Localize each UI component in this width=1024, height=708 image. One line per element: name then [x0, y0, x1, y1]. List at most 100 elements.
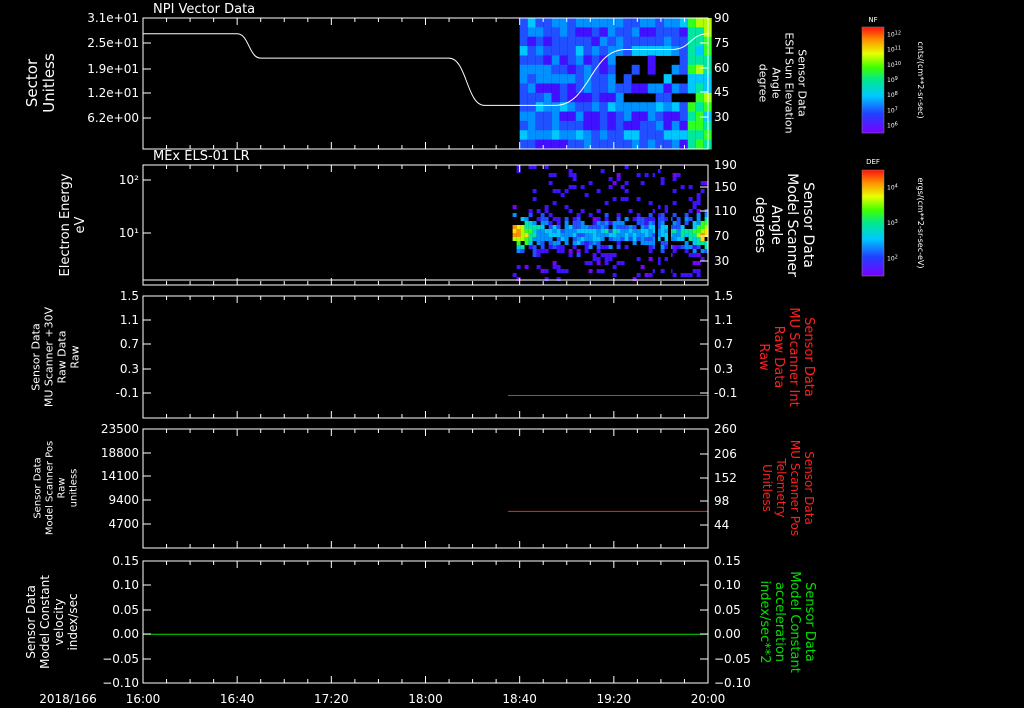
colorbar-tick-base: 10: [887, 220, 895, 227]
colorbar-tick-label: 103: [887, 219, 898, 227]
spectrogram-cell: [679, 83, 688, 94]
spectrogram-cell: [640, 241, 645, 245]
spectrogram-cell: [692, 233, 697, 237]
spectrogram-cell: [679, 18, 688, 28]
spectrogram-cell: [696, 225, 701, 229]
spectrogram-cell: [688, 253, 693, 257]
spectrogram-cell: [607, 92, 616, 103]
y-tick-label: 30: [714, 254, 729, 268]
spectrogram-cell: [535, 74, 544, 84]
spectrogram-cell: [608, 177, 613, 181]
spectrogram-cell: [648, 221, 653, 225]
spectrogram-cell: [624, 237, 629, 241]
spectrogram-cell: [543, 27, 552, 38]
spectrogram-cell: [572, 225, 577, 229]
spectrogram-cell: [576, 221, 581, 225]
spectrogram-cell: [644, 225, 649, 229]
axis-label-line: degrees: [752, 197, 768, 253]
spectrogram-cell: [700, 229, 705, 233]
spectrogram-cell: [676, 233, 681, 237]
spectrogram-cell: [636, 197, 641, 201]
spectrogram-cell: [676, 217, 681, 221]
spectrogram-cell: [663, 111, 672, 122]
spectrogram-cell: [575, 27, 584, 38]
spectrogram-cell: [684, 213, 689, 217]
spectrogram-cell: [596, 245, 601, 249]
y-tick-label: 1.2e+01: [87, 86, 139, 100]
spectrogram-cell: [616, 213, 621, 217]
spectrogram-cell: [696, 237, 701, 241]
spectrogram-cell: [620, 185, 625, 189]
spectrogram-cell: [516, 249, 521, 253]
spectrogram-cell: [648, 213, 653, 217]
spectrogram-cell: [687, 74, 696, 84]
spectrogram-cell: [564, 225, 569, 229]
spectrogram-cell: [548, 181, 553, 185]
spectrogram-cell: [532, 253, 537, 257]
spectrogram-cell: [583, 46, 592, 56]
spectrogram-cell: [543, 111, 552, 122]
spectrogram-cell: [584, 261, 589, 265]
spectrogram-cell: [679, 120, 688, 131]
spectrogram-cell: [568, 253, 573, 257]
spectrogram-cell: [600, 229, 605, 233]
spectrogram-cell: [584, 233, 589, 237]
spectrogram-cell: [607, 36, 616, 47]
spectrogram-cell: [663, 18, 672, 28]
spectrogram-cell: [695, 74, 704, 84]
y-tick-label: 10²: [119, 173, 139, 187]
spectrogram-cell: [615, 27, 624, 38]
spectrogram-cell: [640, 217, 645, 221]
spectrogram-cell: [575, 130, 584, 141]
spectrogram-cell: [692, 269, 697, 273]
spectrogram-cell: [672, 229, 677, 233]
spectrogram-cell: [576, 213, 581, 217]
colorbar-units-text: cnts/(cm**2-sr-sec): [916, 41, 925, 118]
spectrogram-cell: [535, 139, 544, 150]
spectrogram-cell: [596, 229, 601, 233]
spectrogram-cell: [684, 245, 689, 249]
spectrogram-cell: [532, 165, 537, 169]
spectrogram-cell: [540, 213, 545, 217]
spectrogram-cell: [680, 237, 685, 241]
spectrogram-cell: [596, 225, 601, 229]
spectrogram-cell: [672, 221, 677, 225]
axis-label-line: index/sec: [66, 593, 80, 650]
spectrogram-cell: [671, 83, 680, 94]
spectrogram-cell: [608, 221, 613, 225]
spectrogram-cell: [671, 102, 680, 113]
spectrogram-cell: [660, 233, 665, 237]
spectrogram-cell: [543, 102, 552, 113]
spectrogram-cell: [623, 111, 632, 122]
spectrogram-cell: [564, 233, 569, 237]
spectrogram-cell: [615, 120, 624, 131]
spectrogram-cell: [524, 217, 529, 221]
spectrogram-cell: [559, 36, 568, 47]
spectrogram-cell: [528, 225, 533, 229]
spectrogram-cell: [591, 55, 600, 66]
spectrogram-cell: [575, 18, 584, 28]
spectrogram-cell: [695, 92, 704, 103]
spectrogram-cell: [591, 74, 600, 84]
spectrogram-cell: [600, 233, 605, 237]
spectrogram-cell: [519, 36, 528, 47]
axis-label-line: velocity: [52, 599, 66, 646]
spectrogram-cell: [655, 36, 664, 47]
colorbar-tick-label: 1012: [887, 31, 901, 39]
spectrogram-cell: [551, 83, 560, 94]
spectrogram-cell: [624, 217, 629, 221]
spectrogram-cell: [655, 120, 664, 131]
spectrogram-cell: [655, 102, 664, 113]
spectrogram-cell: [636, 257, 641, 261]
spectrogram-cell: [684, 229, 689, 233]
spectrogram-cell: [568, 229, 573, 233]
spectrogram-cell: [535, 55, 544, 66]
spectrogram-cell: [644, 221, 649, 225]
spectrogram-cell: [567, 27, 576, 38]
y-tick-label: 9400: [108, 493, 139, 507]
spectrogram-cell: [527, 46, 536, 56]
spectrogram-cell: [580, 209, 585, 213]
spectrogram-cell: [612, 253, 617, 257]
y-tick-label: 1.5: [120, 289, 139, 303]
panel-3-left-ylabel: Sensor Data MU Scanner +30V Raw Data Raw: [29, 306, 81, 407]
